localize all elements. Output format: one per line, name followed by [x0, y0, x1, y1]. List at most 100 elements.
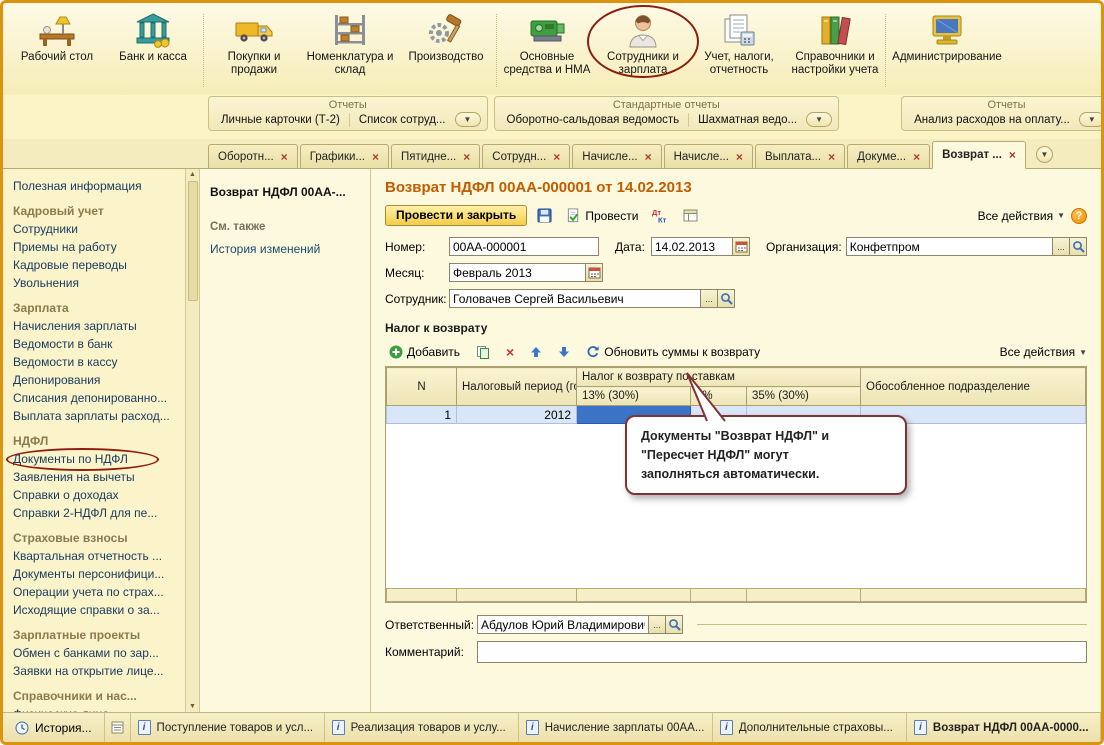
taskbar-item-realizaciya[interactable]: i Реализация товаров и услу...	[325, 713, 519, 742]
group-more-button[interactable]: ▼	[1078, 112, 1101, 127]
post-and-close-button[interactable]: Провести и закрыть	[385, 205, 528, 226]
report-button[interactable]: Список сотруд...	[353, 113, 452, 127]
sidebar-item[interactable]: Приемы на работу	[13, 240, 179, 254]
tab-close-icon[interactable]: ×	[1009, 149, 1016, 161]
sidebar-item[interactable]: Сотрудники	[13, 222, 179, 236]
sidebar-item-dokumenty-po-ndfl[interactable]: Документы по НДФЛ	[6, 448, 179, 471]
taskbar-item-postuplenie[interactable]: i Поступление товаров и усл...	[131, 713, 325, 742]
ribbon-item-purchases[interactable]: Покупки и продажи	[206, 8, 302, 77]
ribbon-item-employees[interactable]: Сотрудники и зарплата	[587, 5, 699, 79]
ribbon-item-taxes[interactable]: Учет, налоги, отчетность	[691, 8, 787, 77]
responsible-select-button[interactable]: ...	[649, 615, 666, 634]
sidebar-item[interactable]: Депонирования	[13, 373, 179, 387]
organization-select-button[interactable]: ...	[1053, 237, 1070, 256]
sidebar-item-useful-info[interactable]: Полезная информация	[13, 179, 179, 193]
month-calendar-button[interactable]	[586, 263, 603, 282]
sidebar-item[interactable]: Увольнения	[13, 276, 179, 290]
refresh-amounts-button[interactable]: Обновить суммы к возврату	[582, 342, 764, 362]
move-up-button[interactable]	[526, 343, 546, 361]
column-header-n[interactable]: N	[386, 367, 457, 406]
save-button[interactable]	[533, 205, 556, 226]
sidebar-item[interactable]: Заявки на открытие лице...	[13, 664, 179, 678]
taskbar-item-nachislenie[interactable]: i Начисление зарплаты 00АА...	[519, 713, 713, 742]
report-button[interactable]: Оборотно-сальдовая ведомость	[501, 113, 686, 127]
tab-list-button[interactable]: ▼	[1035, 146, 1053, 163]
journal-button[interactable]	[679, 205, 702, 226]
report-button[interactable]: Шахматная ведо...	[692, 113, 803, 127]
column-header-9[interactable]: 9%	[690, 386, 747, 406]
column-header-period[interactable]: Налоговый период (год)	[456, 367, 577, 406]
scroll-up-icon[interactable]: ▲	[189, 171, 196, 178]
sidebar-item[interactable]: Справки о доходах	[13, 488, 179, 502]
sidebar-item[interactable]: Заявления на вычеты	[13, 470, 179, 484]
sidebar-item[interactable]: Выплата зарплаты расход...	[13, 409, 179, 423]
employee-field[interactable]	[449, 289, 701, 308]
all-actions-button[interactable]: Все действия ▼	[978, 209, 1065, 223]
organization-open-button[interactable]	[1070, 237, 1087, 256]
report-button[interactable]: Анализ расходов на оплату...	[908, 113, 1076, 127]
table-all-actions-button[interactable]: Все действия ▼	[1000, 345, 1087, 359]
tab-close-icon[interactable]: ×	[645, 151, 652, 163]
scroll-thumb[interactable]	[187, 181, 198, 301]
cell-n[interactable]: 1	[386, 405, 457, 424]
ribbon-item-desktop[interactable]: Рабочий стол	[9, 8, 105, 64]
sidebar-item[interactable]: Исходящие справки о за...	[13, 603, 179, 617]
tab-close-icon[interactable]: ×	[828, 151, 835, 163]
ribbon-item-warehouse[interactable]: Номенклатура и склад	[302, 8, 398, 77]
tab-close-icon[interactable]: ×	[736, 151, 743, 163]
column-header-separate-division[interactable]: Обособленное подразделение	[860, 367, 1086, 406]
report-button[interactable]: Личные карточки (Т-2)	[215, 113, 346, 127]
copy-row-button[interactable]	[472, 342, 494, 362]
sidebar-item[interactable]: Кадровые переводы	[13, 258, 179, 272]
tab-pyatidne[interactable]: Пятидне... ×	[391, 144, 481, 168]
help-button[interactable]: ?	[1071, 207, 1087, 224]
employee-open-button[interactable]	[718, 289, 735, 308]
ribbon-item-bank[interactable]: Банк и касса	[105, 8, 201, 64]
column-header-35[interactable]: 35% (30%)	[745, 386, 862, 406]
comment-field[interactable]	[477, 641, 1087, 663]
group-more-button[interactable]: ▼	[454, 112, 481, 127]
tab-nachisle-1[interactable]: Начисле... ×	[572, 144, 662, 168]
tab-vyplata[interactable]: Выплата... ×	[754, 144, 846, 168]
tab-close-icon[interactable]: ×	[372, 151, 379, 163]
sidebar-item[interactable]: Ведомости в кассу	[13, 355, 179, 369]
number-field[interactable]	[449, 237, 599, 256]
taskbar-item-dopolnitelnye[interactable]: i Дополнительные страховы...	[713, 713, 907, 742]
sidebar-item[interactable]: Списания депонированно...	[13, 391, 179, 405]
tab-dokume[interactable]: Докуме... ×	[847, 144, 931, 168]
month-field[interactable]	[449, 263, 586, 282]
responsible-open-button[interactable]	[666, 615, 683, 634]
history-button[interactable]: История...	[3, 713, 105, 742]
add-row-button[interactable]: Добавить	[385, 342, 464, 362]
cell-period[interactable]: 2012	[456, 405, 577, 424]
delete-row-button[interactable]: ×	[502, 342, 518, 362]
tab-close-icon[interactable]: ×	[913, 151, 920, 163]
tab-grafiki[interactable]: Графики... ×	[299, 144, 390, 168]
sidebar-item[interactable]: Физические лица	[13, 707, 179, 712]
column-header-13[interactable]: 13% (30%)	[576, 386, 691, 406]
dt-kt-button[interactable]: Дт Кт	[648, 205, 673, 226]
history-changes-link[interactable]: История изменений	[210, 242, 360, 256]
tab-close-icon[interactable]: ×	[463, 151, 470, 163]
tab-sotrudn[interactable]: Сотрудн... ×	[482, 144, 571, 168]
sidebar-item[interactable]: Документы персонифици...	[13, 567, 179, 581]
tab-oborotn[interactable]: Оборотн... ×	[208, 144, 298, 168]
sidebar-scrollbar[interactable]: ▲ ▼	[185, 169, 199, 712]
tab-close-icon[interactable]: ×	[281, 151, 288, 163]
sidebar-item[interactable]: Справки 2-НДФЛ для пе...	[13, 506, 179, 520]
column-header-tax-group[interactable]: Налог к возврату по ставкам	[575, 367, 862, 387]
ribbon-item-administration[interactable]: Администрирование	[888, 8, 1006, 64]
tab-vozvrat-active[interactable]: Возврат ... ×	[932, 141, 1026, 169]
sidebar-item[interactable]: Начисления зарплаты	[13, 319, 179, 333]
ribbon-item-production[interactable]: Производство	[398, 8, 494, 64]
sidebar-item[interactable]: Квартальная отчетность ...	[13, 549, 179, 563]
show-windows-button[interactable]	[105, 713, 131, 742]
responsible-field[interactable]	[477, 615, 649, 634]
tab-close-icon[interactable]: ×	[553, 151, 560, 163]
employee-select-button[interactable]: ...	[701, 289, 718, 308]
scroll-down-icon[interactable]: ▼	[189, 703, 196, 710]
post-button[interactable]: Провести	[562, 205, 642, 226]
taskbar-item-vozvrat-ndfl[interactable]: i Возврат НДФЛ 00АА-0000...	[907, 713, 1101, 742]
ribbon-item-fixed-assets[interactable]: Основные средства и НМА	[499, 8, 595, 77]
sidebar-item[interactable]: Ведомости в банк	[13, 337, 179, 351]
